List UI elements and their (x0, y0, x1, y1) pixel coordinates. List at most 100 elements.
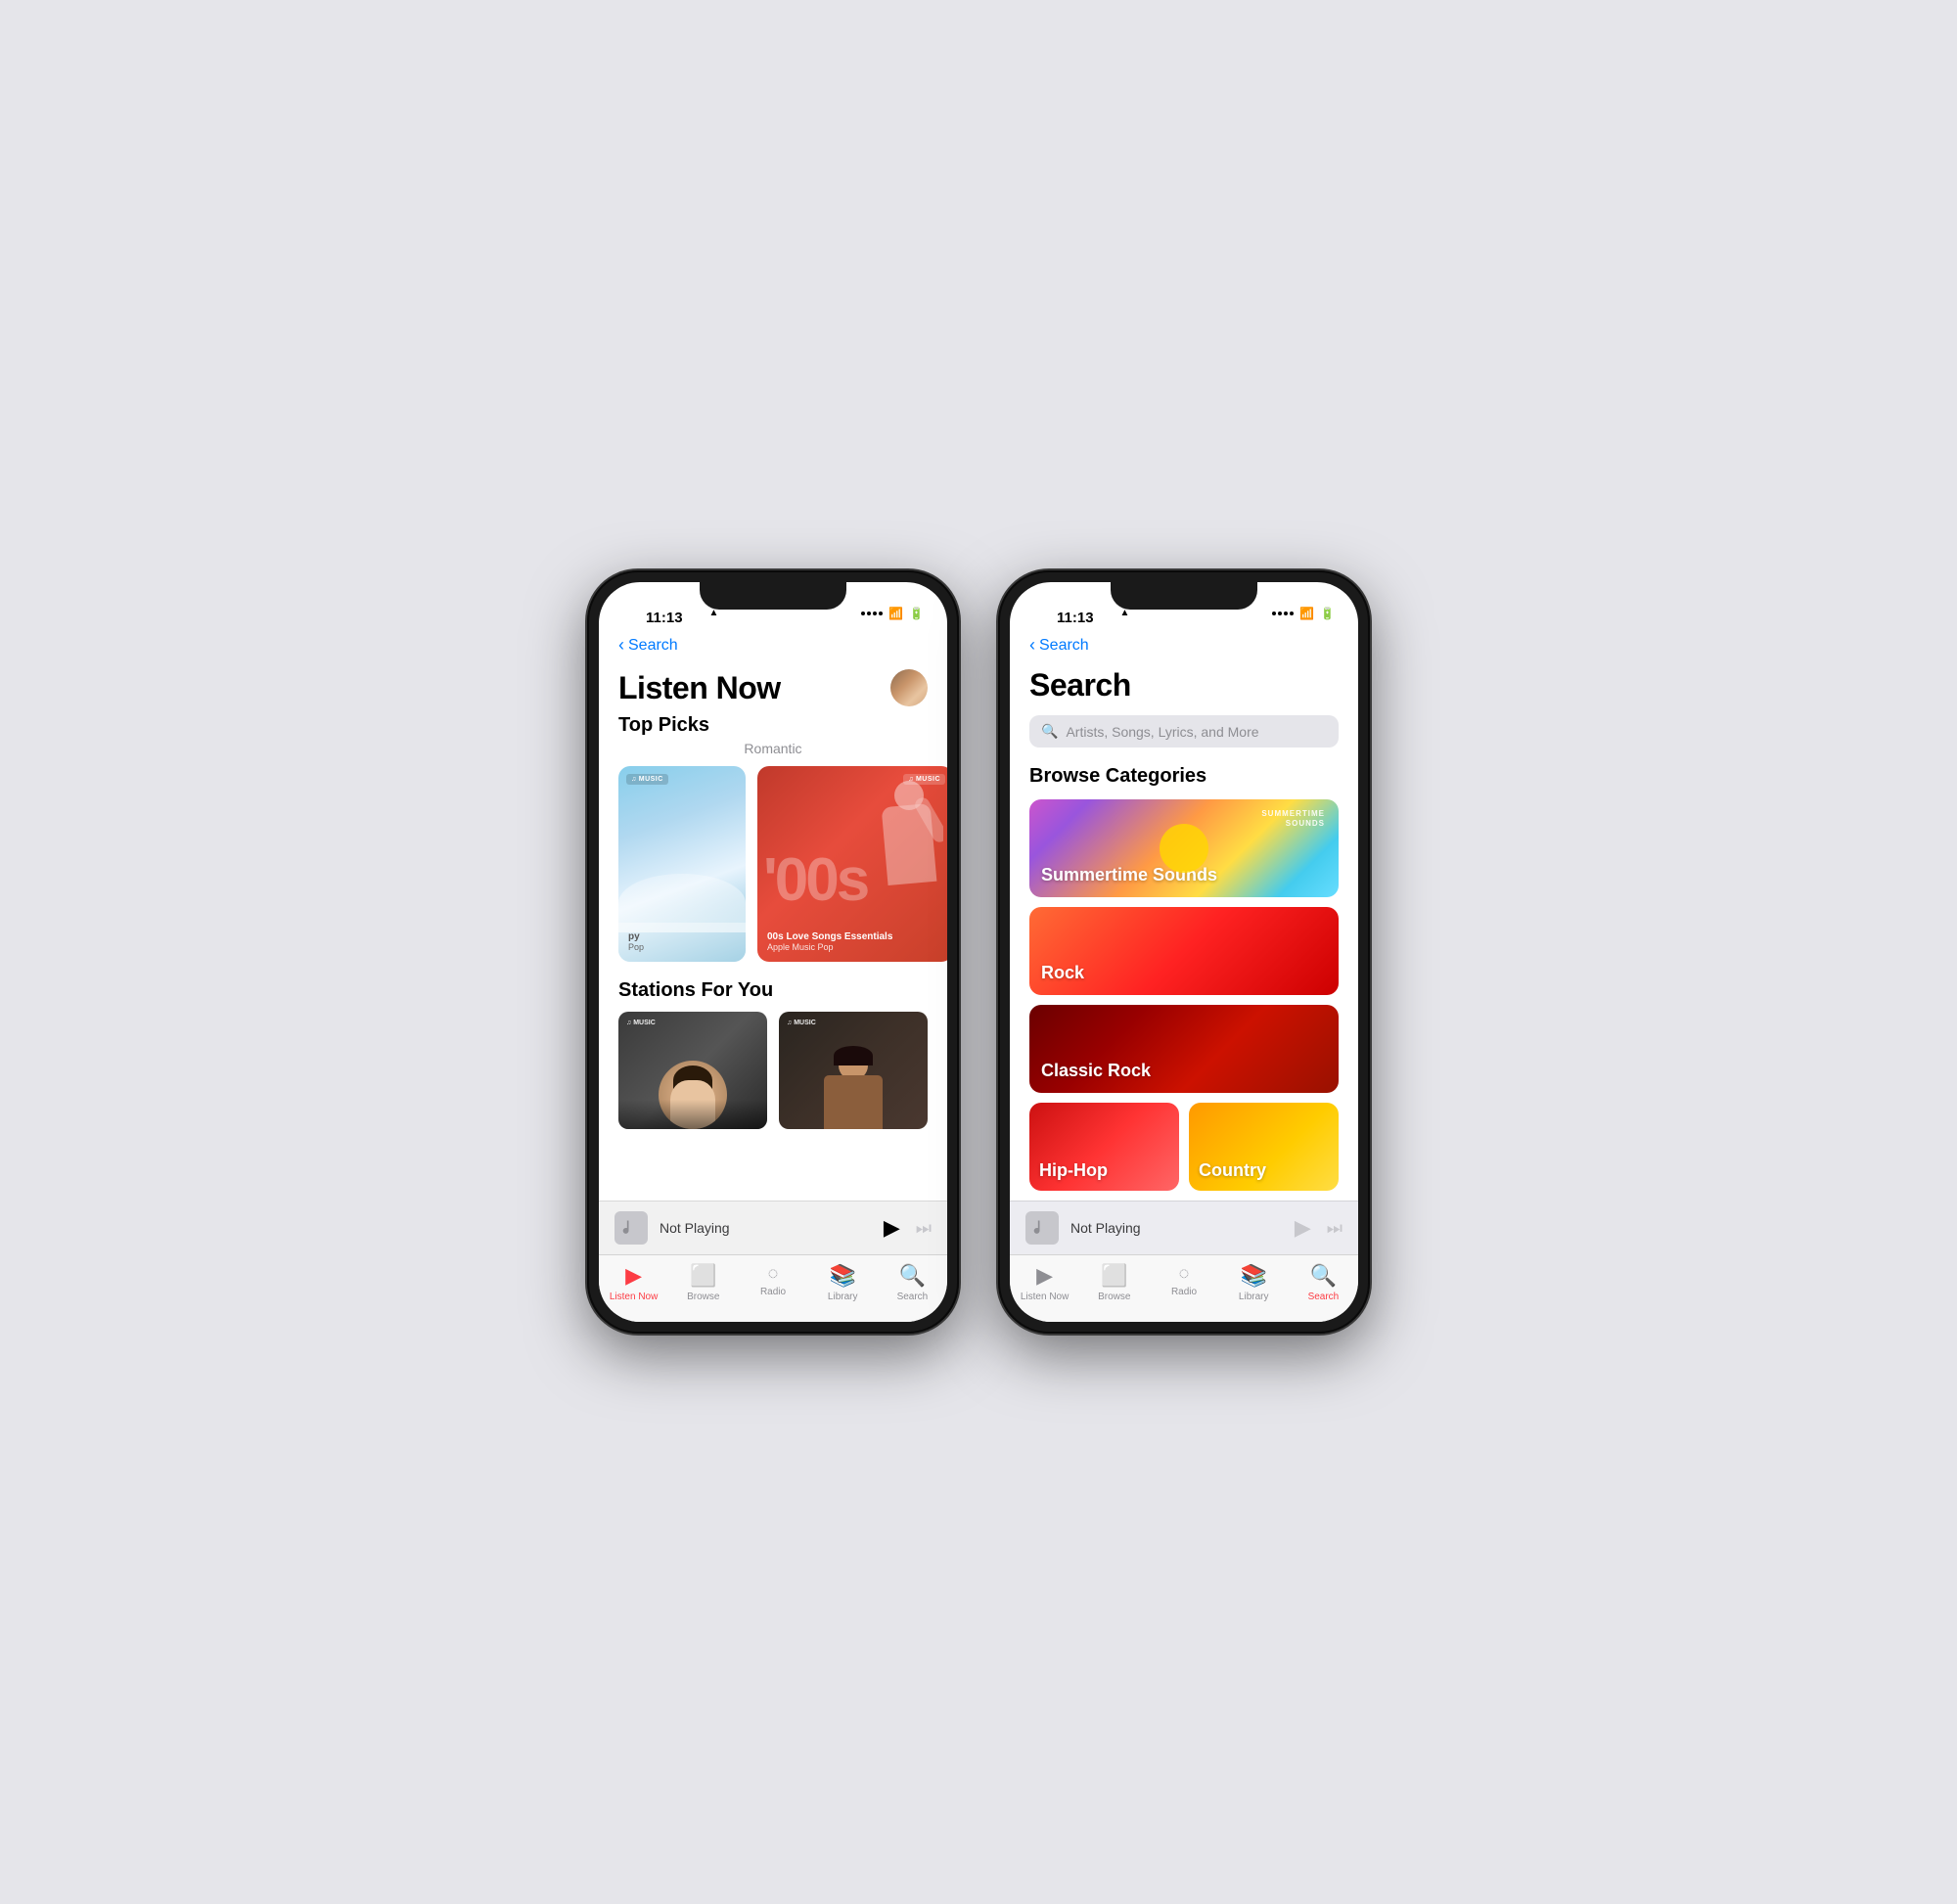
search-screen[interactable]: Search 🔍 Artists, Songs, Lyrics, and Mor… (1010, 661, 1358, 1201)
browse-categories-title: Browse Categories (1029, 765, 1339, 788)
music-note-icon-2 (1032, 1218, 1052, 1238)
tab-search-label-2: Search (1308, 1292, 1340, 1302)
tab-search-label: Search (897, 1292, 929, 1302)
signal-indicator-2 (1272, 612, 1294, 615)
category-rock[interactable]: Rock (1029, 907, 1339, 995)
status-icons: 📶 🔋 (861, 607, 924, 620)
back-button-2[interactable]: ‹ Search (1029, 636, 1339, 656)
top-picks-subtitle: Romantic (618, 741, 928, 756)
wifi-icon: 📶 (888, 607, 903, 620)
radio-icon: ◌ (768, 1263, 779, 1284)
back-nav: ‹ Search (599, 634, 947, 661)
tab-browse[interactable]: ⬜ Browse (668, 1263, 738, 1302)
card-2-info: 00s Love Songs Essentials Apple Music Po… (767, 931, 943, 952)
phone-1-frame: 11:13 ▲ 📶 🔋 ‹ Search (587, 570, 959, 1334)
tab-library[interactable]: 📚 Library (808, 1263, 878, 1302)
skip-forward-button[interactable]: ⏭ (916, 1218, 932, 1239)
top-picks-section: Top Picks Romantic ♫ MUSIC (618, 714, 928, 962)
library-icon-2: 📚 (1241, 1263, 1267, 1289)
card-1-labels: py Pop (628, 931, 644, 952)
category-summertime[interactable]: SUMMERTIMESOUNDS Summertime Sounds (1029, 799, 1339, 897)
station-badge-2: ♫ MUSIC (787, 1020, 816, 1026)
tab-radio[interactable]: ◌ Radio (738, 1263, 807, 1302)
battery-icon: 🔋 (909, 607, 924, 620)
apple-music-logo-1: ♫ (631, 776, 637, 783)
phone-2-frame: 11:13 ▲ 📶 🔋 ‹ Search (998, 570, 1370, 1334)
tab-radio-2[interactable]: ◌ Radio (1149, 1263, 1218, 1302)
tab-radio-label-2: Radio (1171, 1287, 1197, 1297)
category-hiphop[interactable]: Hip-Hop (1029, 1103, 1179, 1191)
rock-label: Rock (1041, 963, 1084, 983)
phone-1: 11:13 ▲ 📶 🔋 ‹ Search (587, 570, 959, 1334)
chevron-left-icon-2: ‹ (1029, 635, 1035, 656)
tab-browse-label: Browse (687, 1292, 719, 1302)
sun-shape (1160, 824, 1208, 873)
station-cards: ♫ MUSIC ♫ MUSI (618, 1012, 928, 1129)
not-playing-label: Not Playing (660, 1220, 872, 1236)
stations-title: Stations For You (618, 979, 928, 1002)
tab-browse-2[interactable]: ⬜ Browse (1079, 1263, 1149, 1302)
top-picks-title: Top Picks (618, 714, 928, 737)
tab-library-2[interactable]: 📚 Library (1219, 1263, 1289, 1302)
back-label: Search (628, 637, 678, 655)
tab-search[interactable]: 🔍 Search (878, 1263, 947, 1302)
listen-now-icon-2: ▶ (1036, 1263, 1053, 1289)
mini-player-controls-2: ▶ ⏭ (1295, 1215, 1343, 1241)
page-title: Listen Now (618, 670, 781, 706)
category-country[interactable]: Country (1189, 1103, 1339, 1191)
library-icon: 📚 (830, 1263, 856, 1289)
mini-player-artwork (614, 1211, 648, 1245)
station-badge-1: ♫ MUSIC (626, 1020, 656, 1026)
avatar[interactable] (890, 669, 928, 706)
top-picks-cards[interactable]: ♫ MUSIC py Pop (599, 766, 947, 962)
tab-search-2[interactable]: 🔍 Search (1289, 1263, 1358, 1302)
browse-icon-2: ⬜ (1101, 1263, 1127, 1289)
listen-now-screen[interactable]: Listen Now Top Picks Romantic (599, 661, 947, 1201)
tab-listen-now-2[interactable]: ▶ Listen Now (1010, 1263, 1079, 1302)
classic-rock-label: Classic Rock (1041, 1061, 1151, 1081)
station-card-1[interactable]: ♫ MUSIC (618, 1012, 767, 1129)
browse-categories-section: Browse Categories SUMMERTIMESOUNDS Summe… (1029, 765, 1339, 1191)
play-button-2[interactable]: ▶ (1295, 1215, 1311, 1241)
two-col-categories: Hip-Hop Country (1029, 1103, 1339, 1191)
category-classic-rock[interactable]: Classic Rock (1029, 1005, 1339, 1093)
search-page-title: Search (1029, 667, 1339, 703)
top-picks-card-2[interactable]: ♫ MUSIC (757, 766, 947, 962)
back-button[interactable]: ‹ Search (618, 636, 928, 656)
tab-library-label-2: Library (1239, 1292, 1269, 1302)
mini-player-artwork-2 (1025, 1211, 1059, 1245)
mini-player[interactable]: Not Playing ▶ ⏭ (599, 1201, 947, 1254)
station-card-2[interactable]: ♫ MUSIC (779, 1012, 928, 1129)
mini-player-controls: ▶ ⏭ (884, 1215, 932, 1241)
person-silhouette (855, 776, 943, 932)
notch-2 (1111, 582, 1257, 610)
listen-now-icon: ▶ (625, 1263, 642, 1289)
country-label: Country (1199, 1160, 1266, 1181)
radio-icon-2: ◌ (1179, 1263, 1190, 1284)
phone-2: 11:13 ▲ 📶 🔋 ‹ Search (998, 570, 1370, 1334)
skip-forward-button-2[interactable]: ⏭ (1327, 1218, 1343, 1239)
chevron-left-icon: ‹ (618, 635, 624, 656)
stations-section: Stations For You ♫ MUSIC (618, 979, 928, 1129)
time-display: 11:13 (622, 596, 706, 630)
hiphop-label: Hip-Hop (1039, 1160, 1108, 1181)
search-bar[interactable]: 🔍 Artists, Songs, Lyrics, and More (1029, 715, 1339, 748)
play-button[interactable]: ▶ (884, 1215, 900, 1241)
tab-radio-label: Radio (760, 1287, 786, 1297)
tab-bar-2: ▶ Listen Now ⬜ Browse ◌ Radio 📚 Library … (1010, 1254, 1358, 1322)
music-note-icon (621, 1218, 641, 1238)
phone-1-screen: 11:13 ▲ 📶 🔋 ‹ Search (599, 582, 947, 1322)
back-label-2: Search (1039, 637, 1089, 655)
top-picks-card-1[interactable]: ♫ MUSIC py Pop (618, 766, 746, 962)
browse-icon: ⬜ (690, 1263, 716, 1289)
tab-listen-now[interactable]: ▶ Listen Now (599, 1263, 668, 1302)
tab-browse-label-2: Browse (1098, 1292, 1130, 1302)
page-header: Listen Now (618, 669, 928, 706)
tab-library-label: Library (828, 1292, 858, 1302)
tab-listen-now-label: Listen Now (610, 1292, 658, 1302)
avatar-image (890, 669, 928, 706)
mini-player-2[interactable]: Not Playing ▶ ⏭ (1010, 1201, 1358, 1254)
search-icon: 🔍 (899, 1263, 926, 1289)
status-icons-2: 📶 🔋 (1272, 607, 1335, 620)
search-icon-2: 🔍 (1310, 1263, 1337, 1289)
